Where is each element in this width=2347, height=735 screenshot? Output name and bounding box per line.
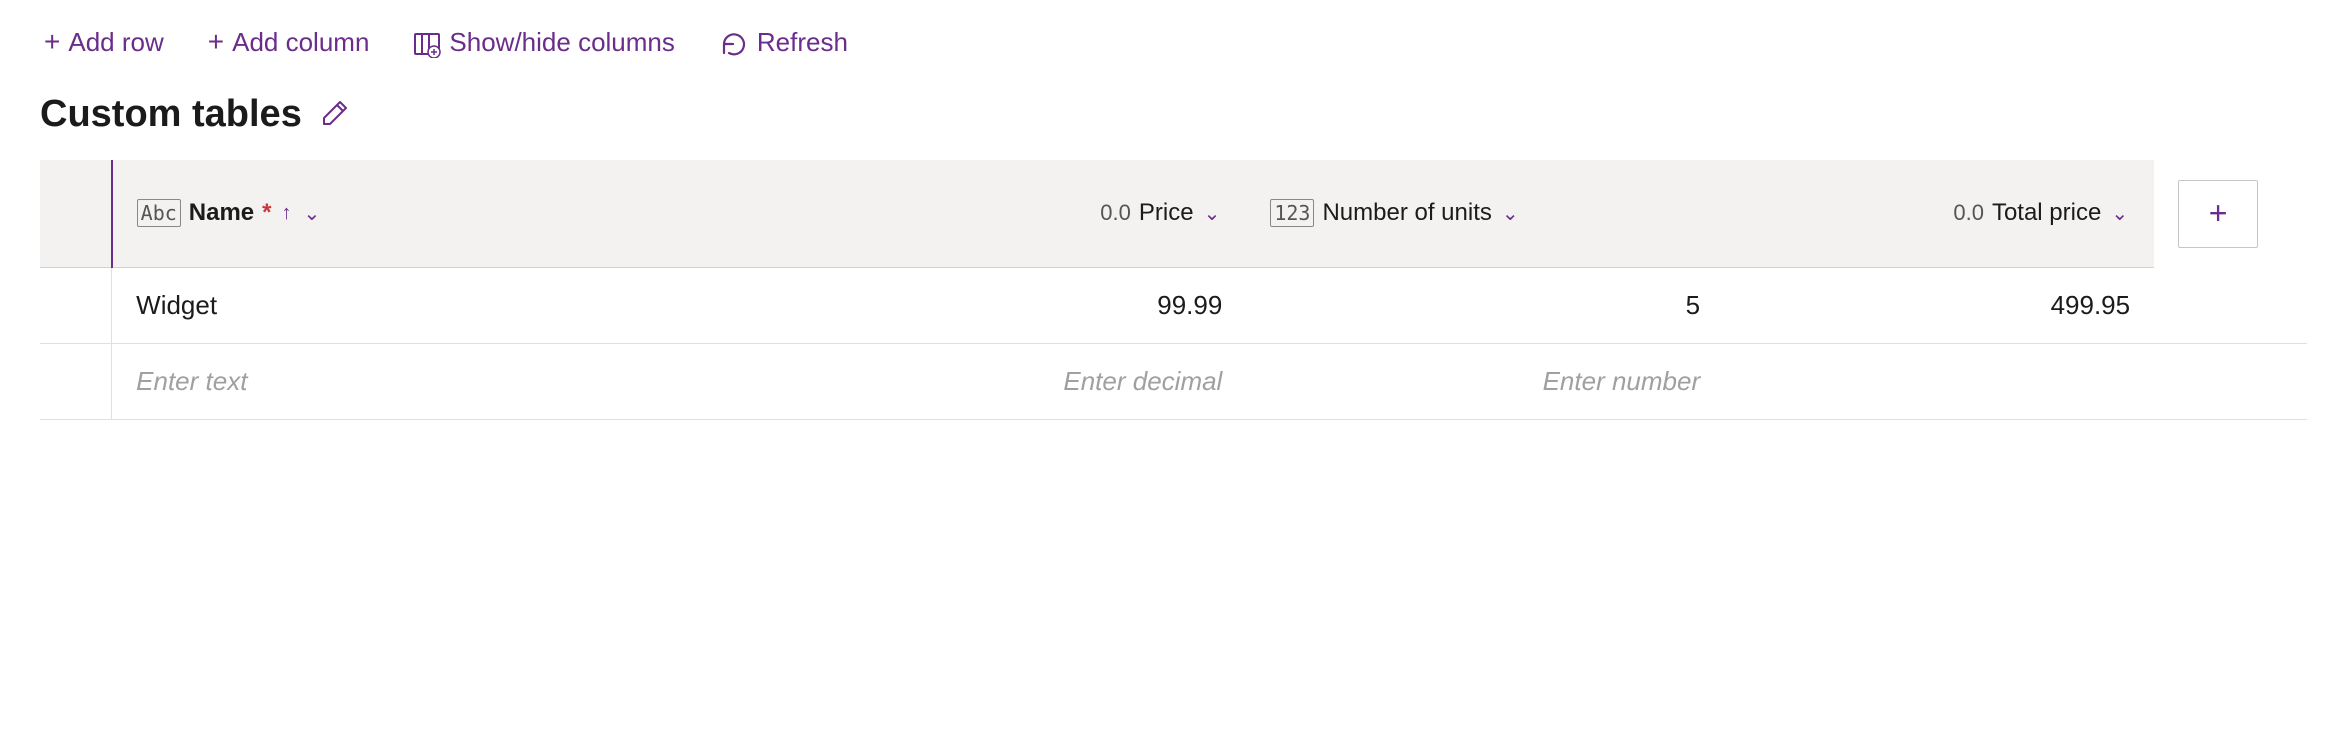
row-selector [40,268,112,344]
page-title: Custom tables [40,93,302,136]
refresh-label: Refresh [757,27,848,58]
new-row-price-cell[interactable]: Enter decimal [816,344,1246,420]
cell-name-widget[interactable]: Widget [112,268,817,344]
sort-asc-button[interactable]: ↑ [280,202,294,225]
price-decimal-icon: 0.0 [1100,200,1131,226]
total-value: 499.95 [2051,290,2131,320]
custom-table: Abc Name * ↑ ⌄ 0.0 Price ⌄ [40,160,2307,421]
column-header-price: 0.0 Price ⌄ [816,160,1246,268]
units-column-label: Number of units [1322,199,1491,227]
plus-icon: + [44,26,60,58]
required-indicator: * [262,199,271,227]
cell-actions-widget [2154,268,2307,344]
total-column-label: Total price [1992,199,2101,227]
cell-total-widget[interactable]: 499.95 [1724,268,2154,344]
show-hide-label: Show/hide columns [449,27,674,58]
units-value: 5 [1686,290,1700,320]
new-row-actions [2154,344,2307,420]
price-header-inner: 0.0 Price ⌄ [840,199,1222,227]
column-header-units: 123 Number of units ⌄ [1246,160,1724,268]
add-row-button[interactable]: + Add row [40,20,168,64]
total-header-inner: 0.0 Total price ⌄ [1748,199,2130,227]
price-sort-button[interactable]: ⌄ [1202,201,1223,226]
units-sort-button[interactable]: ⌄ [1500,201,1521,226]
table-row: Widget 99.99 5 499.95 [40,268,2307,344]
price-value: 99.99 [1157,290,1222,320]
edit-icon [318,98,350,130]
table-header-row: Abc Name * ↑ ⌄ 0.0 Price ⌄ [40,160,2307,268]
show-hide-icon [413,26,441,58]
table-container: Abc Name * ↑ ⌄ 0.0 Price ⌄ [40,160,2307,421]
refresh-icon [719,26,749,59]
add-column-button[interactable]: + Add column [204,20,374,64]
new-row-total-cell [1724,344,2154,420]
cell-units-widget[interactable]: 5 [1246,268,1724,344]
add-col-plus-icon: + [2209,195,2228,232]
cell-price-widget[interactable]: 99.99 [816,268,1246,344]
new-row: Enter text Enter decimal Enter number [40,344,2307,420]
new-row-selector [40,344,112,420]
refresh-button[interactable]: Refresh [715,20,852,65]
name-placeholder: Enter text [136,366,247,396]
name-header-inner: Abc Name * ↑ ⌄ [137,199,793,227]
units-placeholder: Enter number [1543,366,1701,396]
price-column-label: Price [1139,199,1194,227]
name-column-label: Name [189,199,254,227]
new-row-units-cell[interactable]: Enter number [1246,344,1724,420]
add-column-label: Add column [232,27,369,58]
add-row-label: Add row [68,27,163,58]
add-column-header: + [2154,160,2307,268]
column-header-name: Abc Name * ↑ ⌄ [112,160,817,268]
plus-icon-2: + [208,26,224,58]
abc-icon: Abc [137,199,181,227]
selector-header [40,160,112,268]
name-value: Widget [136,290,217,320]
new-row-name-cell[interactable]: Enter text [112,344,817,420]
sort-desc-button[interactable]: ⌄ [302,201,323,226]
total-sort-button[interactable]: ⌄ [2109,201,2130,226]
toolbar: + Add row + Add column Show/hide columns [40,20,2307,65]
column-header-total: 0.0 Total price ⌄ [1724,160,2154,268]
123-icon: 123 [1270,199,1314,227]
add-column-header-button[interactable]: + [2178,180,2258,248]
show-hide-columns-button[interactable]: Show/hide columns [409,20,678,64]
total-decimal-icon: 0.0 [1953,200,1984,226]
units-header-inner: 123 Number of units ⌄ [1270,199,1700,227]
page-title-row: Custom tables [40,93,2307,136]
price-placeholder: Enter decimal [1063,366,1222,396]
edit-title-button[interactable] [318,98,350,130]
